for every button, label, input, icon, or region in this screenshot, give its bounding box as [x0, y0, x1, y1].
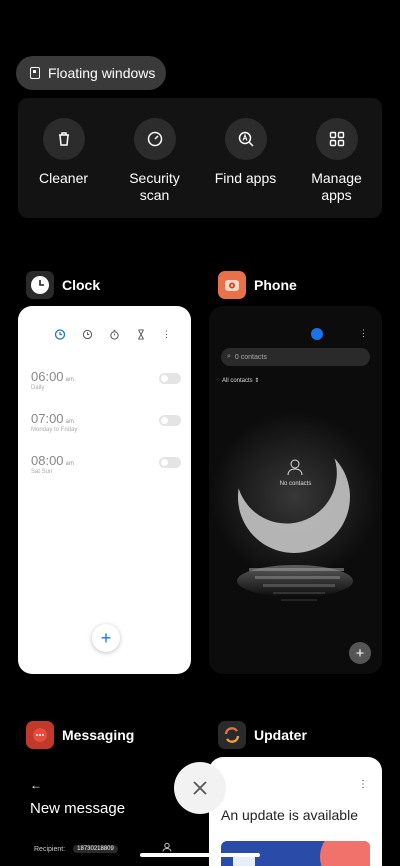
phone-app-card[interactable]: ⋮ ⌕ 0 contacts All contacts ⇕ No contact… — [209, 306, 382, 674]
contact-picker-icon[interactable] — [162, 842, 172, 852]
updater-app-header[interactable]: Updater — [218, 721, 307, 749]
more-options-icon[interactable]: ⋮ — [162, 329, 171, 340]
manage-apps-label: Manage apps — [311, 170, 362, 203]
security-scan-button[interactable]: Security scan — [115, 118, 195, 218]
update-available-text: An update is available — [221, 807, 358, 823]
all-contacts-filter[interactable]: All contacts ⇕ — [222, 377, 259, 384]
alarm-toggle[interactable] — [159, 415, 181, 426]
find-apps-icon — [224, 118, 267, 160]
alarm-icon[interactable] — [54, 328, 66, 340]
messaging-app-card[interactable]: ← New message Recipient: 18730218809 — [16, 760, 202, 866]
stopwatch-icon[interactable] — [109, 329, 120, 340]
messaging-app-name: Messaging — [62, 727, 135, 743]
messaging-app-header[interactable]: Messaging — [26, 721, 134, 749]
phone-app-name: Phone — [254, 277, 297, 293]
alarm-time: 06:00 — [31, 369, 64, 384]
contacts-search-field[interactable]: ⌕ 0 contacts — [221, 348, 370, 366]
cleaner-label: Cleaner — [38, 170, 89, 186]
floating-window-icon — [30, 67, 40, 79]
home-indicator[interactable] — [140, 853, 260, 857]
alarm-ampm: am — [65, 419, 74, 425]
alarm-row[interactable]: 06:00 am Daily — [31, 369, 181, 391]
clock-icon — [26, 271, 54, 299]
cleaner-button[interactable]: Cleaner — [24, 118, 104, 218]
trash-icon — [42, 118, 85, 160]
phone-app-header[interactable]: Phone — [218, 271, 297, 299]
floating-windows-label: Floating windows — [48, 65, 156, 81]
recipient-row[interactable]: Recipient: 18730218809 — [34, 845, 118, 853]
alarm-repeat: Daily — [31, 385, 45, 391]
clock-app-name: Clock — [62, 277, 101, 293]
phone-icon — [218, 271, 246, 299]
person-icon — [287, 459, 303, 476]
back-arrow-icon[interactable]: ← — [30, 778, 42, 792]
recipient-chip[interactable]: 18730218809 — [73, 845, 118, 853]
recipient-label: Recipient: — [34, 845, 66, 853]
security-icon — [133, 118, 176, 160]
grid-icon — [315, 118, 358, 160]
close-icon — [193, 781, 207, 795]
security-scan-label: Security scan — [129, 170, 180, 203]
add-alarm-button[interactable]: + — [92, 624, 120, 652]
alarm-ampm: am — [65, 461, 74, 467]
find-apps-button[interactable]: Find apps — [206, 118, 286, 218]
all-contacts-label: All contacts — [222, 378, 253, 384]
find-apps-label: Find apps — [214, 170, 277, 186]
clock-app-header[interactable]: Clock — [26, 271, 100, 299]
messaging-icon — [26, 721, 54, 749]
updater-app-card[interactable]: ⋮ An update is available — [209, 757, 382, 866]
alarm-row[interactable]: 08:00 am Sat Sun — [31, 453, 181, 475]
close-all-button[interactable] — [174, 762, 226, 814]
new-message-title: New message — [30, 800, 126, 817]
timer-icon[interactable] — [136, 328, 146, 340]
alarm-toggle[interactable] — [159, 373, 181, 384]
alarm-ampm: am — [65, 377, 74, 383]
world-clock-icon[interactable] — [82, 329, 93, 340]
clock-tabs: ⋮ — [54, 328, 171, 340]
alarm-time: 08:00 — [31, 453, 64, 468]
quick-actions-panel: Cleaner Security scan Find apps Manage app… — [18, 98, 382, 218]
search-icon: ⌕ — [227, 353, 231, 360]
alarm-repeat: Sat Sun — [31, 469, 53, 475]
clock-app-card[interactable]: ⋮ 06:00 am Daily 07:00 am Monday to Friday… — [18, 306, 191, 674]
contacts-tab-icon[interactable] — [311, 328, 323, 340]
updater-icon — [218, 721, 246, 749]
alarm-repeat: Monday to Friday — [31, 427, 78, 433]
floating-windows-button[interactable]: Floating windows — [16, 56, 166, 90]
more-options-icon[interactable]: ⋮ — [358, 779, 368, 790]
add-contact-button[interactable]: + — [349, 642, 371, 664]
alarm-toggle[interactable] — [159, 457, 181, 468]
alarm-row[interactable]: 07:00 am Monday to Friday — [31, 411, 181, 433]
no-contacts-label: No contacts — [279, 481, 312, 487]
contacts-search-placeholder: 0 contacts — [234, 353, 267, 361]
manage-apps-button[interactable]: Manage apps — [297, 118, 377, 218]
updater-app-name: Updater — [254, 727, 307, 743]
alarm-time: 07:00 — [31, 411, 64, 426]
more-options-icon[interactable]: ⋮ — [359, 328, 368, 339]
dropdown-icon: ⇕ — [254, 378, 260, 384]
